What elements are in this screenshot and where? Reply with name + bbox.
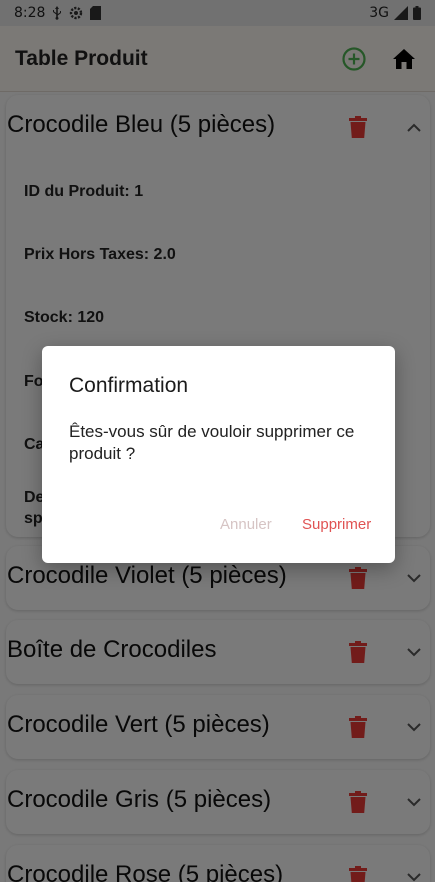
- confirm-dialog: Confirmation Êtes-vous sûr de vouloir su…: [42, 346, 395, 563]
- dialog-message: Êtes-vous sûr de vouloir supprimer ce pr…: [69, 422, 355, 463]
- delete-confirm-button[interactable]: Supprimer: [302, 516, 371, 533]
- cancel-button[interactable]: Annuler: [220, 516, 272, 533]
- dialog-title: Confirmation: [69, 374, 189, 397]
